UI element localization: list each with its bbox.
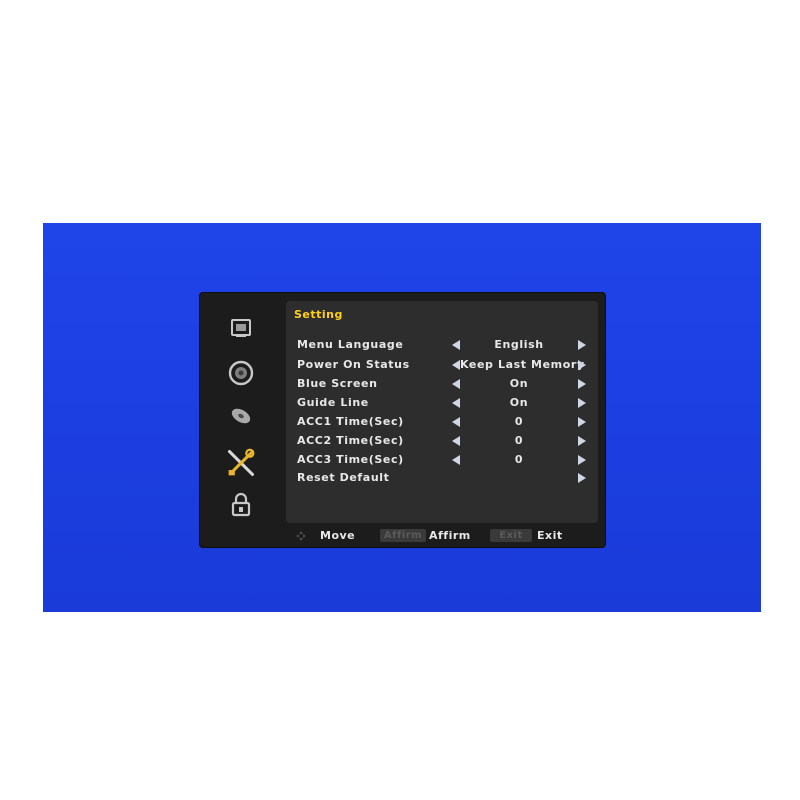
setting-value: English [494,338,544,351]
setting-row[interactable]: Power On Status Keep Last Memory [297,357,593,373]
tools-icon[interactable] [226,448,256,478]
move-hint-label: Move [320,529,356,542]
right-arrow-icon[interactable] [578,379,586,389]
right-arrow-icon[interactable] [578,398,586,408]
left-arrow-icon[interactable] [452,436,460,446]
right-arrow-icon[interactable] [578,417,586,427]
setting-label: Power On Status [297,358,410,371]
setting-value: 0 [514,415,524,428]
setting-value: 0 [514,434,524,447]
setting-label: ACC3 Time(Sec) [297,453,404,466]
affirm-hint-label: Affirm [429,529,471,542]
dpad-icon [296,531,306,541]
disc-icon[interactable] [226,401,256,431]
menu-title: Setting [294,308,343,321]
right-arrow-icon[interactable] [578,340,586,350]
sound-icon[interactable] [226,358,256,388]
setting-label: Menu Language [297,338,404,351]
affirm-key-chip: Affirm [380,529,426,542]
setting-label: Blue Screen [297,377,378,390]
setting-row[interactable]: Menu Language English [297,337,593,353]
setting-row[interactable]: ACC2 Time(Sec) 0 [297,433,593,449]
setting-value: 0 [514,453,524,466]
settings-panel: Setting Menu Language English Power On Sta… [286,301,598,523]
left-arrow-icon[interactable] [452,379,460,389]
setting-label: Reset Default [297,471,390,484]
picture-icon[interactable] [226,313,256,343]
osd-menu: Setting Menu Language English Power On Sta… [200,293,605,547]
left-arrow-icon[interactable] [452,455,460,465]
setting-row[interactable]: Guide Line On [297,395,593,411]
setting-row[interactable]: Reset Default [297,470,593,486]
left-arrow-icon[interactable] [452,398,460,408]
right-arrow-icon[interactable] [578,360,586,370]
setting-row[interactable]: ACC3 Time(Sec) 0 [297,452,593,468]
setting-label: Guide Line [297,396,369,409]
setting-row[interactable]: Blue Screen On [297,376,593,392]
setting-value: On [509,377,529,390]
osd-footer: Move Affirm Affirm Exit Exit [296,528,596,544]
right-arrow-icon[interactable] [578,436,586,446]
setting-row[interactable]: ACC1 Time(Sec) 0 [297,414,593,430]
right-arrow-icon[interactable] [578,455,586,465]
setting-value: Keep Last Memory [460,358,585,371]
left-arrow-icon[interactable] [452,340,460,350]
left-arrow-icon[interactable] [452,417,460,427]
setting-value: On [509,396,529,409]
exit-hint-label: Exit [537,529,563,542]
setting-label: ACC2 Time(Sec) [297,434,404,447]
setting-label: ACC1 Time(Sec) [297,415,404,428]
right-arrow-icon[interactable] [578,473,586,483]
left-arrow-icon[interactable] [452,360,460,370]
lock-icon[interactable] [226,490,256,520]
osd-sidebar [200,293,286,547]
exit-key-chip: Exit [490,529,532,542]
